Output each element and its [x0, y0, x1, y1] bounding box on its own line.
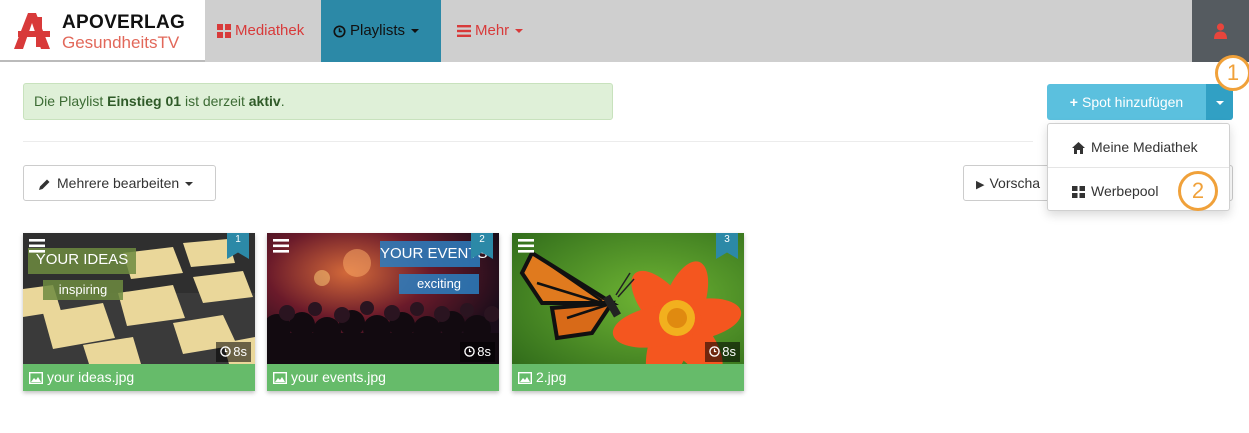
- card-caption: your ideas.jpg: [23, 364, 255, 391]
- plus-icon: +: [1069, 94, 1078, 110]
- playlist-card[interactable]: YOUR EVENTS exciting 2 8s your events.jp…: [267, 233, 499, 391]
- add-spot-label: Spot hinzufügen: [1081, 94, 1184, 110]
- user-menu-button[interactable]: [1192, 0, 1249, 62]
- alert-status: aktiv: [248, 93, 281, 109]
- dropdown-item-meine-mediathek[interactable]: Meine Mediathek: [1048, 127, 1229, 167]
- dropdown-item-label: Meine Mediathek: [1091, 139, 1198, 155]
- clock-icon: [220, 346, 232, 357]
- image-icon: [29, 372, 43, 385]
- pencil-icon: [39, 179, 50, 190]
- nav-mediathek-label: Mediathek: [235, 22, 305, 39]
- nav-mediathek[interactable]: Mediathek: [205, 0, 316, 62]
- thumbnail-overlay-title: YOUR EVENTS: [380, 245, 488, 262]
- image-icon: [273, 372, 287, 385]
- duration-value: 8s: [477, 344, 491, 359]
- apoverlag-logo-icon: [14, 13, 50, 49]
- callout-marker-2: 2: [1178, 171, 1218, 211]
- playlist-card[interactable]: 3 8s 2.jpg: [512, 233, 744, 391]
- thumbnail-overlay-subtitle: inspiring: [58, 282, 108, 297]
- nav-mehr-label: Mehr: [475, 22, 510, 39]
- list-icon: [457, 25, 471, 38]
- alert-prefix: Die Playlist: [34, 93, 108, 109]
- th-large-icon: [217, 24, 231, 39]
- duration-badge: 8s: [460, 342, 495, 362]
- brand-subtitle: GesundheitsTV: [62, 33, 180, 52]
- playlist-card[interactable]: YOUR IDEAS inspiring 1 8s your ideas.jpg: [23, 233, 255, 391]
- nav-playlists[interactable]: Playlists: [321, 0, 441, 62]
- active-playlist-alert: Die Playlist Einstieg 01 ist derzeit akt…: [23, 83, 613, 120]
- duration-badge: 8s: [705, 342, 740, 362]
- edit-multiple-label: Mehrere bearbeiten: [57, 175, 180, 191]
- chevron-down-icon: [1215, 101, 1224, 106]
- top-navbar: APOVERLAG GesundheitsTV Mediathek Playli…: [0, 0, 1249, 62]
- hamburger-menu-icon[interactable]: [518, 239, 534, 253]
- dropdown-item-label: Werbepool: [1091, 183, 1159, 199]
- divider: [23, 141, 1033, 142]
- duration-badge: 8s: [216, 342, 251, 362]
- edit-multiple-button[interactable]: Mehrere bearbeiten: [23, 165, 216, 201]
- preview-label: Vorscha: [989, 175, 1041, 191]
- card-filename: your ideas.jpg: [47, 369, 135, 385]
- hamburger-menu-icon[interactable]: [29, 239, 45, 253]
- brand-logo[interactable]: APOVERLAG GesundheitsTV: [0, 0, 205, 62]
- user-icon: [1214, 23, 1227, 39]
- alert-middle: ist derzeit: [181, 93, 249, 109]
- chevron-down-icon: [411, 29, 420, 34]
- card-filename: your events.jpg: [291, 369, 386, 385]
- card-filename: 2.jpg: [536, 369, 567, 385]
- nav-mehr[interactable]: Mehr: [445, 0, 535, 62]
- clock-icon: [464, 346, 476, 357]
- nav-playlists-label: Playlists: [350, 22, 406, 39]
- callout-marker-1: 1: [1215, 55, 1249, 91]
- play-icon: ▶: [976, 179, 985, 191]
- alert-playlist-name: Einstieg 01: [107, 93, 182, 109]
- chevron-down-icon: [185, 182, 194, 187]
- brand-title: APOVERLAG: [62, 12, 186, 33]
- duration-value: 8s: [722, 344, 736, 359]
- duration-value: 8s: [233, 344, 247, 359]
- clock-icon: [709, 346, 721, 357]
- card-caption: your events.jpg: [267, 364, 499, 391]
- thumbnail-overlay-subtitle: exciting: [416, 276, 462, 291]
- chevron-down-icon: [515, 29, 524, 34]
- home-icon: [1072, 142, 1085, 155]
- alert-suffix: .: [280, 93, 285, 109]
- th-large-icon: [1072, 186, 1085, 199]
- clock-icon: [333, 24, 346, 38]
- dropdown-divider: [1048, 167, 1229, 168]
- card-caption: 2.jpg: [512, 364, 744, 391]
- image-icon: [518, 372, 532, 385]
- add-spot-button[interactable]: + Spot hinzufügen: [1047, 84, 1206, 120]
- hamburger-menu-icon[interactable]: [273, 239, 289, 253]
- thumbnail-overlay-title: YOUR IDEAS: [35, 251, 129, 268]
